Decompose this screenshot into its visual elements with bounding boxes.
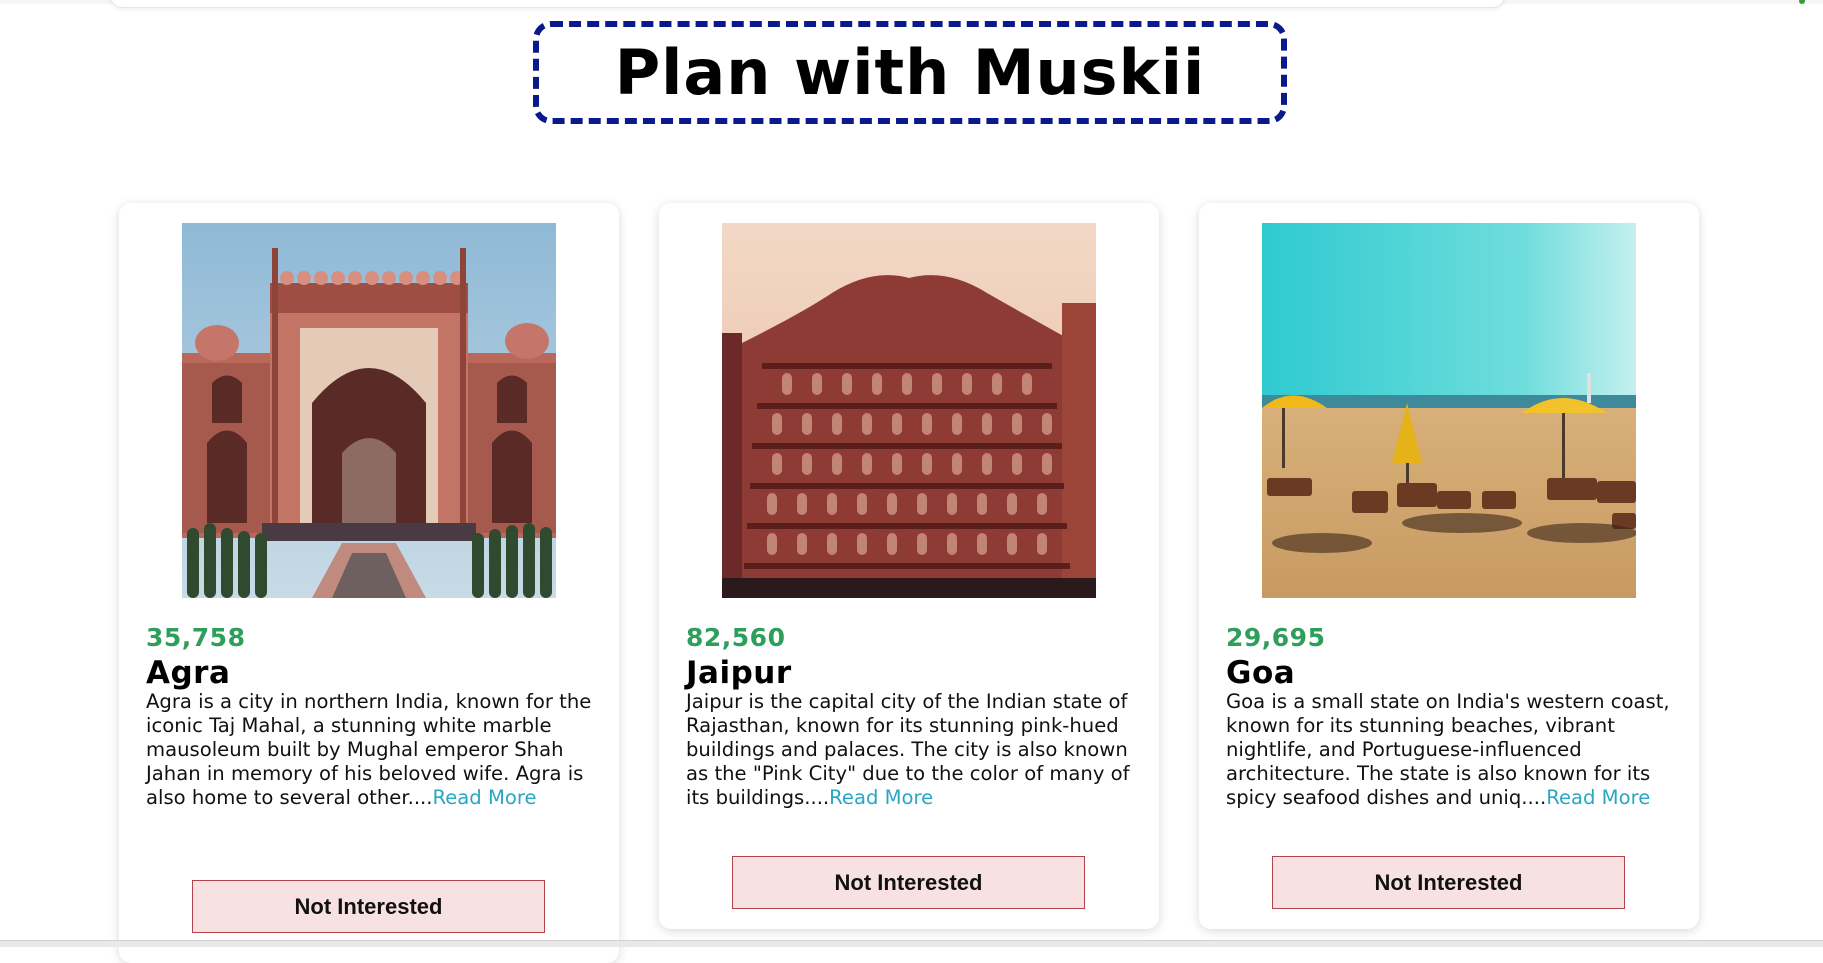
page-bottom-edge bbox=[0, 940, 1823, 947]
city-name: Goa bbox=[1226, 655, 1296, 691]
navbar-bottom-edge bbox=[110, 0, 1505, 8]
taj-mahal-gate-photo bbox=[182, 223, 556, 598]
read-more-link[interactable]: Read More bbox=[433, 786, 537, 809]
city-name: Agra bbox=[146, 655, 231, 691]
read-more-link[interactable]: Read More bbox=[1546, 786, 1650, 809]
visitor-count: 82,560 bbox=[686, 623, 786, 652]
hawa-mahal-photo bbox=[722, 223, 1096, 598]
not-interested-button[interactable]: Not Interested bbox=[732, 856, 1085, 909]
city-name: Jaipur bbox=[686, 655, 792, 691]
city-description: Goa is a small state on India's western … bbox=[1226, 690, 1681, 810]
destination-card-agra: 35,758 Agra Agra is a city in northern I… bbox=[119, 203, 619, 963]
visitor-count: 35,758 bbox=[146, 623, 246, 652]
destination-card-jaipur: 82,560 Jaipur Jaipur is the capital city… bbox=[659, 203, 1159, 929]
page-title-box: Plan with Muskii bbox=[533, 21, 1287, 124]
city-description: Agra is a city in northern India, known … bbox=[146, 690, 601, 810]
destination-card-goa: 29,695 Goa Goa is a small state on India… bbox=[1199, 203, 1699, 929]
not-interested-button[interactable]: Not Interested bbox=[192, 880, 545, 933]
city-description: Jaipur is the capital city of the Indian… bbox=[686, 690, 1141, 810]
visitor-count: 29,695 bbox=[1226, 623, 1326, 652]
page-title: Plan with Muskii bbox=[614, 36, 1206, 109]
read-more-link[interactable]: Read More bbox=[829, 786, 933, 809]
beach-umbrellas-photo bbox=[1262, 223, 1636, 598]
not-interested-button[interactable]: Not Interested bbox=[1272, 856, 1625, 909]
